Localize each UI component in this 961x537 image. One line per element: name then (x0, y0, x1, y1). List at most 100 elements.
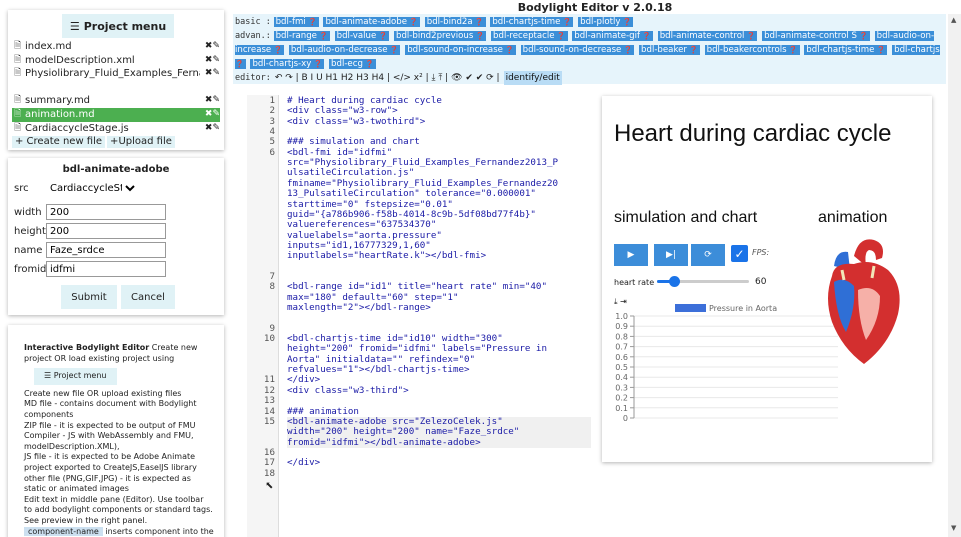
toolbar-bdl-animate-control-button[interactable]: bdl-animate-control (657, 31, 758, 41)
cancel-button[interactable]: Cancel (121, 285, 175, 309)
y-tick-label: 0.7 (615, 343, 628, 352)
help-line: other file (PNG,GIF,JPG) - it is expecte… (24, 473, 191, 494)
toolbar-bdl-animate-adobe-button[interactable]: bdl-animate-adobe (323, 17, 421, 27)
src-select[interactable]: CardiaccycleStag (46, 182, 138, 195)
play-icon: ▶ (627, 250, 635, 260)
y-tick-label: 0.6 (615, 353, 628, 362)
y-tick-label: 0.5 (615, 363, 628, 372)
submit-button[interactable]: Submit (61, 285, 117, 309)
edit-icon[interactable]: ✎ (212, 123, 220, 133)
code-text: width="200" height="200" name="Faze_srdc… (287, 426, 591, 438)
y-tick-label: 0.8 (615, 332, 628, 341)
toolbar-bdl-range-button[interactable]: bdl-range (273, 31, 330, 41)
create-file-button[interactable]: + Create new file (12, 136, 106, 148)
line-number: 15 (263, 415, 275, 427)
code-text: <div class="w3-twothird"> (287, 115, 426, 127)
edit-icon[interactable]: ✎ (212, 55, 220, 65)
page-scrollbar[interactable]: ▲ ▼ (948, 14, 961, 537)
y-tick-label: 0.4 (615, 373, 628, 382)
toolbar-bdl-sound-on-decrease-button[interactable]: bdl-sound-on-decrease (520, 45, 635, 55)
toolbar-bdl-chartjs-time-button[interactable]: bdl-chartjs-time (804, 45, 888, 55)
toolbar-bdl-animate-control-S-button[interactable]: bdl-animate-control S (762, 31, 870, 41)
toolbar-bdl-bind2a-button[interactable]: bdl-bind2a (424, 17, 486, 27)
code-line: inputlabels="heartRate.k"></bdl-fmi> (247, 250, 591, 261)
fromid-input[interactable] (46, 261, 166, 277)
reset-button[interactable]: ⟳ (691, 244, 725, 266)
height-input[interactable] (46, 223, 166, 239)
app-title: Bodylight Editor v 2.0.18 (517, 1, 673, 14)
toolbar-bdl-value-button[interactable]: bdl-value (334, 31, 390, 41)
scroll-down-icon[interactable]: ▼ (951, 524, 956, 532)
file-row[interactable]: 🗎 animation.md ✖✎ (12, 107, 220, 122)
file-panel: ☰ Project menu 🗎 index.md ✖✎ 🗎 modelDescripti… (8, 10, 224, 150)
file-actions[interactable]: ✖✎ (200, 55, 220, 66)
toolbar-bdl-plotly-button[interactable]: bdl-plotly (578, 17, 634, 27)
app-root: Bodylight Editor v 2.0.18 ☰ Project menu … (0, 0, 961, 537)
file-actions[interactable]: ✖✎ (200, 95, 220, 106)
file-name: animation.md (25, 109, 95, 121)
toolbar-bdl-beakercontrols-button[interactable]: bdl-beakercontrols (704, 45, 800, 55)
toolbar-bdl-chartjs-time-button[interactable]: bdl-chartjs-time (490, 17, 574, 27)
file-row[interactable]: 🗎 index.md ✖✎ (12, 39, 220, 53)
help-line: ZIP file - it is expected to be output o… (24, 420, 196, 451)
help-component-tag: component-name (24, 526, 103, 536)
range-label: heart rate (614, 278, 655, 287)
project-menu-button[interactable]: ☰ Project menu (62, 14, 174, 38)
toolbar-bdl-fmi-button[interactable]: bdl-fmi (273, 17, 319, 27)
form-title: bdl-animate-adobe (62, 164, 170, 175)
fromid-row: fromid (14, 261, 166, 277)
fps-checkbox[interactable]: ✓ (731, 245, 748, 262)
toolbar-bdl-animate-gif-button[interactable]: bdl-animate-gif (572, 31, 653, 41)
toolbar-bdl-ecg-button[interactable]: bdl-ecg (329, 59, 376, 69)
file-actions[interactable]: ✖✎ (200, 109, 220, 120)
reset-icon: ⟳ (704, 250, 712, 260)
code-text: </div> (287, 457, 321, 469)
upload-label: Upload file (118, 136, 172, 147)
y-tick-label: 0 (623, 414, 628, 423)
name-row: name (14, 242, 166, 258)
hamburger-icon: ☰ (69, 19, 80, 33)
editor-tools[interactable]: ↶ ↷ | B I U H1 H2 H3 H4 | </> x² | ⤓ ⤒ |… (275, 71, 500, 85)
help-line: Create new file OR upload existing files (24, 388, 182, 398)
toolbar-bdl-bind2previous-button[interactable]: bdl-bind2previous (393, 31, 487, 41)
file-row[interactable]: 🗎 CardiaccycleStage.js ✖✎ (12, 122, 220, 136)
file-icon: 🗎 (14, 40, 22, 51)
scroll-up-icon[interactable]: ▲ (951, 16, 956, 24)
edit-icon[interactable]: ✎ (212, 41, 220, 51)
width-input[interactable] (46, 204, 166, 220)
edit-icon[interactable]: ✎ (212, 68, 220, 78)
legend-swatch (675, 304, 706, 312)
edit-icon[interactable]: ✎ (212, 95, 220, 105)
file-row[interactable]: 🗎Physiolibrary_Fluid_Examples_Fernandez2… (12, 67, 220, 93)
range-track[interactable] (657, 276, 749, 287)
range-value: 60 (755, 277, 767, 287)
file-actions[interactable]: ✖✎ (200, 68, 220, 79)
upload-file-button[interactable]: +Upload file (107, 136, 175, 148)
code-line: 18 (247, 468, 591, 479)
toolbar-bdl-beaker-button[interactable]: bdl-beaker (639, 45, 700, 55)
help-project-menu-button[interactable]: ☰ Project menu (34, 368, 117, 385)
code-editor[interactable]: 1 # Heart during cardiac cycle 2 <div class… (247, 95, 591, 537)
identify-edit-button[interactable]: identify/edit (503, 71, 562, 85)
toolbar-bdl-receptacle-button[interactable]: bdl-receptacle (491, 31, 568, 41)
step-button[interactable]: ▶| (654, 244, 688, 266)
help-component-text: inserts component into the (102, 526, 214, 536)
toolbar-bdl-audio-on-decrease-button[interactable]: bdl-audio-on-decrease (288, 45, 401, 55)
file-actions[interactable]: ✖✎ (200, 123, 220, 134)
file-row[interactable]: 🗎 modelDescription.xml ✖✎ (12, 53, 220, 67)
y-tick-label: 1.0 (615, 312, 628, 321)
play-button[interactable]: ▶ (614, 244, 648, 266)
edit-icon[interactable]: ✎ (212, 109, 220, 119)
code-line (247, 262, 591, 272)
toolbar-bdl-sound-on-increase-button[interactable]: bdl-sound-on-increase (405, 45, 516, 55)
preview-heading: Heart during cardiac cycle (614, 120, 892, 147)
legend-label: Pressure in Aorta (709, 304, 777, 313)
name-input[interactable] (46, 242, 166, 258)
toolbar-bdl-chartjs-xy-button[interactable]: bdl-chartjs-xy (250, 59, 325, 69)
file-row[interactable]: 🗎 summary.md ✖✎ (12, 93, 220, 107)
file-actions[interactable]: ✖✎ (200, 41, 220, 52)
heart-animation (828, 239, 900, 364)
file-name: Physiolibrary_Fluid_Examples_Fernandez20… (25, 68, 200, 80)
range-thumb[interactable] (668, 276, 680, 287)
